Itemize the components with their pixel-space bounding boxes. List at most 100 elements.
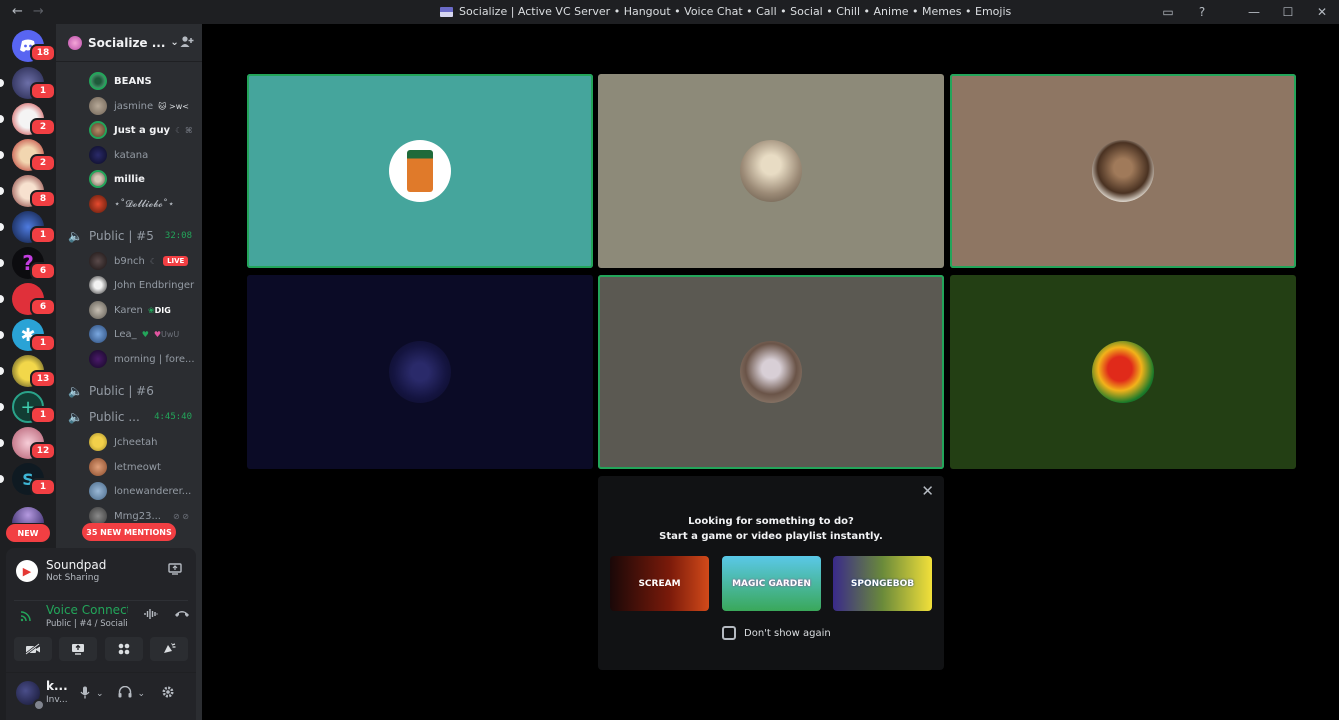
dont-show-again[interactable]: Don't show again <box>722 626 831 640</box>
voice-user[interactable]: letmeowt <box>89 457 161 477</box>
voice-user[interactable]: Karen ❀DIG <box>89 300 171 320</box>
soundpad-title: Soundpad <box>46 558 107 572</box>
new-unreads-pill[interactable]: NEW <box>6 524 50 542</box>
voice-user[interactable]: BEANS <box>89 71 152 91</box>
server-badge: 6 <box>30 298 56 316</box>
avatar <box>89 72 107 90</box>
noise-suppression-icon[interactable] <box>144 608 158 623</box>
voice-user[interactable]: katana <box>89 145 148 165</box>
channel-name: Public | #5 <box>89 229 154 243</box>
voice-user[interactable]: jasmine 🐱 >w< <box>89 96 189 116</box>
chevron-down-icon[interactable]: ⌄ <box>138 689 146 699</box>
user-name[interactable]: k... <box>46 679 68 693</box>
screen-share-button[interactable] <box>59 637 98 661</box>
activities-button[interactable] <box>104 637 143 661</box>
voice-user[interactable]: morning | fore... <box>89 349 195 369</box>
beans-can-icon <box>407 150 433 192</box>
headphones-icon[interactable] <box>118 685 132 701</box>
participant-tile[interactable] <box>598 275 944 469</box>
history-nav: ← → <box>12 4 44 19</box>
avatar <box>89 325 107 343</box>
help-icon[interactable]: ? <box>1185 0 1219 24</box>
current-user: k... Inv... ⌄ ⌄ <box>6 672 196 712</box>
close-icon[interactable]: ✕ <box>921 482 934 500</box>
server-name: Socialize ... <box>88 35 166 50</box>
participant-tile[interactable] <box>950 275 1296 469</box>
voice-channel-public-6[interactable]: 🔈 Public | #6 <box>68 381 198 401</box>
participant-tile[interactable] <box>247 74 593 268</box>
forward-arrow-icon[interactable]: → <box>33 4 44 19</box>
microphone-icon[interactable] <box>80 686 90 702</box>
voice-user[interactable]: John Endbringer <box>89 275 194 295</box>
server-badge: 12 <box>30 442 56 460</box>
server-badge: 1 <box>30 82 56 100</box>
maximize-button[interactable]: ☐ <box>1271 0 1305 24</box>
voice-channel-public-5[interactable]: 🔈 Public | #5 32:08 <box>68 226 198 246</box>
settings-gear-icon[interactable] <box>161 685 175 702</box>
unread-pill <box>0 475 4 483</box>
avatar <box>89 482 107 500</box>
server-icon-13[interactable] <box>12 507 44 523</box>
voice-user[interactable]: ⋆˚𝓓𝓸𝓵𝓵𝓲𝓮𝓫𝓸˚⋆ <box>89 194 174 214</box>
window-title-text: Socialize | Active VC Server • Hangout •… <box>459 5 1012 18</box>
camera-off-button[interactable] <box>14 637 52 661</box>
new-mentions-pill[interactable]: 35 NEW MENTIONS <box>82 523 176 541</box>
speaker-icon: 🔈 <box>68 384 83 398</box>
minimize-button[interactable]: — <box>1237 0 1271 24</box>
camera-off-icon <box>25 643 40 655</box>
invite-people-icon[interactable] <box>180 35 194 52</box>
participant-avatar <box>1092 341 1154 403</box>
participant-tile[interactable] <box>598 74 944 268</box>
participant-tile[interactable] <box>247 275 593 469</box>
soundpad-activity[interactable]: ▶ Soundpad Not Sharing <box>14 556 188 586</box>
voice-user[interactable]: millie <box>89 169 145 189</box>
server-badge: 13 <box>30 370 56 388</box>
voice-user[interactable]: lonewanderer... <box>89 481 191 501</box>
voice-user-name: lonewanderer... <box>114 485 192 497</box>
audio-controls: ⌄ ⌄ <box>80 685 175 702</box>
soundboard-button[interactable] <box>149 637 188 661</box>
chevron-down-icon[interactable]: ⌄ <box>96 689 104 699</box>
participant-avatar <box>740 341 802 403</box>
user-panel: ▶ Soundpad Not Sharing Voice Connected P… <box>6 548 196 720</box>
disconnect-icon[interactable] <box>174 607 190 622</box>
signal-strength-icon[interactable] <box>20 610 32 625</box>
participant-tile[interactable] <box>950 74 1296 268</box>
voice-user[interactable]: Jcheetah <box>89 432 157 452</box>
playstation-icon: ☾ ⌘ <box>175 125 193 135</box>
activity-card-spongebob[interactable]: SPONGEBOB <box>833 556 932 611</box>
activity-card-magic-garden[interactable]: MAGIC GARDEN <box>722 556 821 611</box>
dont-show-again-checkbox[interactable] <box>722 626 736 640</box>
user-tag: 🐱 >w< <box>158 101 189 111</box>
voice-connected-label[interactable]: Voice Connected <box>46 603 128 617</box>
unread-pill <box>0 223 4 231</box>
avatar <box>89 433 107 451</box>
server-badge: 1 <box>30 406 56 424</box>
server-header[interactable]: Socialize ... ⌄ <box>56 24 202 62</box>
share-screen-icon[interactable] <box>168 563 182 578</box>
voice-user[interactable]: Just a guy ☾ ⌘ <box>89 120 192 140</box>
deafen-icon: ☾ <box>149 256 158 266</box>
back-arrow-icon[interactable]: ← <box>12 4 23 19</box>
window-controls: ▭ ? — ☐ ✕ <box>1151 0 1339 24</box>
close-button[interactable]: ✕ <box>1305 0 1339 24</box>
inbox-icon[interactable]: ▭ <box>1151 0 1185 24</box>
avatar <box>89 458 107 476</box>
voice-user-name: jasmine <box>114 100 154 112</box>
unread-pill <box>0 115 4 123</box>
activity-title: MAGIC GARDEN <box>732 578 811 589</box>
soundpad-status: Not Sharing <box>46 573 100 583</box>
user-status: Inv... <box>46 695 68 705</box>
server-badge: 2 <box>30 154 56 172</box>
server-badge: 1 <box>30 226 56 244</box>
unread-pill <box>0 439 4 447</box>
voice-user[interactable]: Lea_ ♥ ♥UwU <box>89 324 179 344</box>
voice-channel-path[interactable]: Public | #4 / Socialize <box>46 619 128 629</box>
soundboard-icon <box>163 643 176 653</box>
channel-name: Public | #6 <box>89 384 154 398</box>
activity-card-scream[interactable]: SCREAM <box>610 556 709 611</box>
avatar <box>89 252 107 270</box>
voice-user[interactable]: b9nch ☾ LIVE <box>89 251 189 271</box>
channel-timer: 4:45:40 <box>154 412 192 422</box>
voice-channel-public-7[interactable]: 🔈 Public ... 4:45:40 <box>68 407 198 427</box>
